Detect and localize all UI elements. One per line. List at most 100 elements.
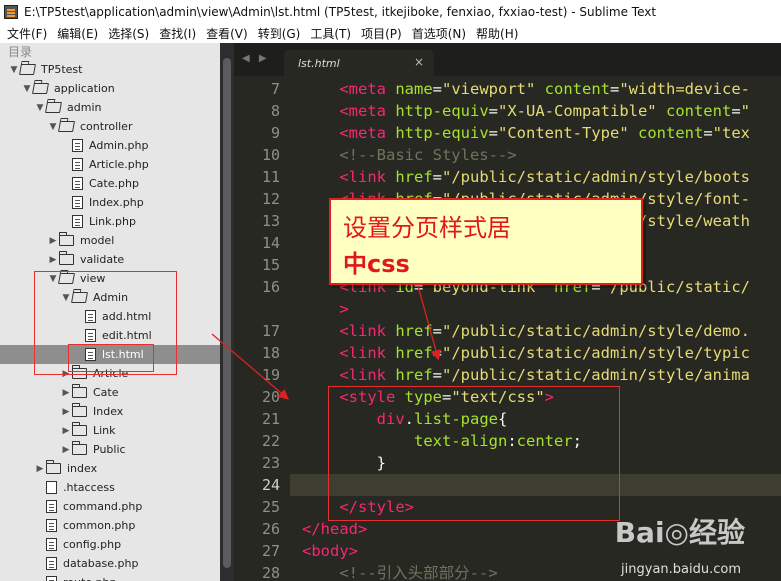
- code-token: =: [703, 124, 713, 142]
- sidebar-file-row[interactable]: Index.php: [0, 193, 220, 212]
- menu-item[interactable]: 文件(F): [2, 25, 52, 42]
- sidebar-file-row[interactable]: config.php: [0, 535, 220, 554]
- sidebar-folder-row[interactable]: ▶ Public: [0, 440, 220, 459]
- disclosure-closed-icon[interactable]: ▶: [60, 407, 72, 417]
- sidebar-folder-row[interactable]: ▶ Cate: [0, 383, 220, 402]
- sidebar-folder-row[interactable]: ▶ index: [0, 459, 220, 478]
- disclosure-closed-icon[interactable]: ▶: [47, 236, 59, 246]
- code-line[interactable]: </head>: [302, 518, 367, 540]
- menu-item[interactable]: 查找(I): [154, 25, 201, 42]
- sidebar-file-row[interactable]: route.php: [0, 573, 220, 581]
- menu-item[interactable]: 转到(G): [253, 25, 306, 42]
- disclosure-open-icon[interactable]: ▼: [47, 122, 59, 132]
- code-line[interactable]: <!--Basic Styles-->: [302, 144, 516, 166]
- disclosure-closed-icon[interactable]: ▶: [34, 464, 46, 474]
- code-token: http-equiv: [395, 102, 489, 120]
- code-token: =: [488, 124, 498, 142]
- menu-item[interactable]: 查看(V): [201, 25, 253, 42]
- code-line[interactable]: <meta http-equiv="X-UA-Compatible" conte…: [302, 100, 750, 122]
- menu-item[interactable]: 工具(T): [305, 25, 356, 42]
- sidebar-folder-row[interactable]: ▶ model: [0, 231, 220, 250]
- sidebar-file-row[interactable]: .htaccess: [0, 478, 220, 497]
- sidebar-file-row[interactable]: command.php: [0, 497, 220, 516]
- sidebar-heading: 目录: [8, 45, 33, 59]
- code-token: <link: [339, 366, 396, 384]
- disclosure-open-icon[interactable]: ▼: [8, 65, 20, 75]
- folder-open-icon: [32, 83, 49, 94]
- code-line[interactable]: <!--引入头部部分-->: [302, 562, 498, 581]
- code-token: href: [395, 168, 433, 186]
- code-line[interactable]: <link href="/public/static/admin/style/d…: [302, 320, 750, 342]
- code-token: <link: [339, 168, 396, 186]
- file-icon: [72, 177, 83, 190]
- menu-item[interactable]: 编辑(E): [52, 25, 103, 42]
- sidebar-folder-row[interactable]: ▶ validate: [0, 250, 220, 269]
- watermark-url: jingyan.baidu.com: [621, 562, 741, 577]
- disclosure-closed-icon[interactable]: ▶: [47, 255, 59, 265]
- sidebar-scroll-thumb[interactable]: [223, 58, 231, 568]
- code-line[interactable]: <link href="/public/static/admin/style/a…: [302, 364, 750, 386]
- sidebar-file-row[interactable]: common.php: [0, 516, 220, 535]
- code-token: "width=device-: [619, 80, 750, 98]
- sidebar-file-row[interactable]: Article.php: [0, 155, 220, 174]
- sidebar-folder-row[interactable]: ▼ application: [0, 79, 220, 98]
- line-number: 13: [261, 212, 280, 230]
- code-token: =: [488, 102, 498, 120]
- callout-text-line2: 中css: [343, 250, 410, 278]
- tree-item-label: index: [67, 462, 98, 475]
- code-line[interactable]: <meta name="viewport" content="width=dev…: [302, 78, 750, 100]
- sidebar-folder-row[interactable]: ▶ Link: [0, 421, 220, 440]
- folder-icon: [59, 232, 74, 246]
- disclosure-closed-icon[interactable]: ▶: [60, 426, 72, 436]
- sidebar-file-row[interactable]: Link.php: [0, 212, 220, 231]
- code-token: =: [731, 102, 741, 120]
- tab-nav-arrows-icon[interactable]: ◀ ▶: [242, 53, 270, 64]
- close-icon[interactable]: ×: [414, 55, 424, 69]
- line-number: 15: [261, 256, 280, 274]
- menu-item[interactable]: 选择(S): [103, 25, 154, 42]
- menu-item[interactable]: 首选项(N): [407, 25, 471, 42]
- annotation-box-lst-file: [68, 344, 154, 372]
- tree-item-label: route.php: [63, 576, 117, 581]
- disclosure-open-icon[interactable]: ▼: [34, 103, 46, 113]
- code-line[interactable]: <link href="/public/static/admin/style/b…: [302, 166, 750, 188]
- code-line[interactable]: <link href="/public/static/admin/style/t…: [302, 342, 750, 364]
- sidebar-folder-row[interactable]: ▼ TP5test: [0, 60, 220, 79]
- code-line[interactable]: <meta http-equiv="Content-Type" content=…: [302, 122, 750, 144]
- code-token: =: [432, 80, 442, 98]
- tree-item-label: Public: [93, 443, 126, 456]
- sidebar-file-row[interactable]: database.php: [0, 554, 220, 573]
- menu-item[interactable]: 帮助(H): [471, 25, 523, 42]
- annotation-box-style-block: [328, 386, 620, 521]
- menu-item[interactable]: 项目(P): [356, 25, 407, 42]
- sublime-text-icon: [4, 5, 18, 19]
- disclosure-closed-icon[interactable]: ▶: [60, 388, 72, 398]
- disclosure-closed-icon[interactable]: ▶: [60, 445, 72, 455]
- code-line[interactable]: <body>: [302, 540, 358, 562]
- sidebar-folder-row[interactable]: ▼ controller: [0, 117, 220, 136]
- tab-lst-html[interactable]: lst.html ×: [284, 50, 434, 76]
- sidebar-folder-row[interactable]: ▶ Index: [0, 402, 220, 421]
- line-number: 7: [270, 80, 280, 98]
- file-icon: [72, 139, 83, 152]
- code-token: <meta: [339, 124, 396, 142]
- line-number: 8: [270, 102, 280, 120]
- folder-icon: [59, 251, 74, 265]
- folder-icon: [72, 441, 87, 455]
- code-line[interactable]: >: [302, 298, 348, 320]
- folder-open-icon: [58, 121, 75, 132]
- disclosure-open-icon[interactable]: ▼: [21, 84, 33, 94]
- sidebar-file-row[interactable]: Admin.php: [0, 136, 220, 155]
- tab-label: lst.html: [298, 56, 340, 70]
- line-number: 17: [261, 322, 280, 340]
- line-number: 19: [261, 366, 280, 384]
- sidebar-folder-row[interactable]: ▼ admin: [0, 98, 220, 117]
- sidebar-file-row[interactable]: Cate.php: [0, 174, 220, 193]
- sidebar-scrollbar[interactable]: [220, 43, 234, 581]
- code-token: <!--引入头部部分-->: [339, 564, 498, 581]
- folder-icon: [72, 422, 87, 436]
